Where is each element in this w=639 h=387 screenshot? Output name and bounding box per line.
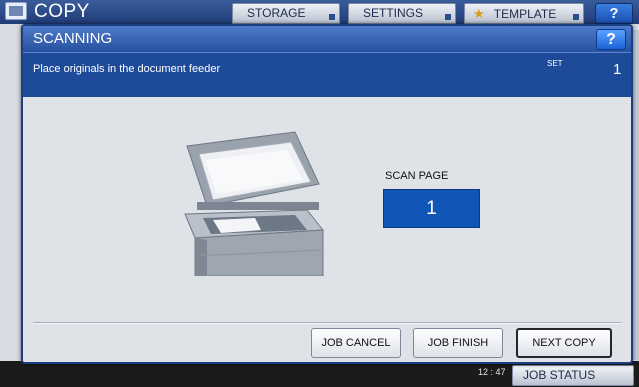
scan-page-value: 1 <box>426 198 437 219</box>
next-copy-button[interactable]: NEXT COPY <box>516 328 612 358</box>
job-status-button[interactable]: JOB STATUS <box>512 365 634 386</box>
dialog-title-bar: SCANNING ? <box>23 26 631 52</box>
scanner-icon <box>184 131 324 276</box>
copy-icon <box>5 2 27 20</box>
set-label: SET <box>547 59 563 68</box>
tab-storage-label: STORAGE <box>247 6 306 20</box>
star-icon: ★ <box>473 6 485 21</box>
message-bar: Place originals in the document feeder S… <box>23 52 631 97</box>
help-button[interactable]: ? <box>595 3 633 24</box>
app-top-bar: COPY STORAGE SETTINGS ★ TEMPLATE ? <box>0 0 639 24</box>
copier-screen: COPY STORAGE SETTINGS ★ TEMPLATE ? 12 : … <box>0 0 639 387</box>
tab-corner-icon <box>573 14 579 20</box>
tab-corner-icon <box>329 14 335 20</box>
app-title: COPY <box>34 1 90 22</box>
clock: 12 : 47 <box>478 367 506 377</box>
tab-template-label: TEMPLATE <box>493 7 557 21</box>
dialog-title: SCANNING <box>33 30 113 47</box>
scan-page-label: SCAN PAGE <box>385 170 449 182</box>
scan-page-counter: 1 <box>383 189 480 228</box>
tab-settings[interactable]: SETTINGS <box>348 3 456 24</box>
job-cancel-button[interactable]: JOB CANCEL <box>311 328 401 358</box>
instruction-message: Place originals in the document feeder <box>33 63 221 75</box>
job-finish-button[interactable]: JOB FINISH <box>413 328 503 358</box>
tab-corner-icon <box>445 14 451 20</box>
tab-storage[interactable]: STORAGE <box>232 3 340 24</box>
tab-settings-label: SETTINGS <box>363 6 424 20</box>
set-count: 1 <box>613 61 622 78</box>
scanning-dialog: SCANNING ? Place originals in the docume… <box>21 24 633 364</box>
dialog-help-button[interactable]: ? <box>596 29 626 50</box>
divider <box>33 322 621 324</box>
tab-template[interactable]: ★ TEMPLATE <box>464 3 584 24</box>
